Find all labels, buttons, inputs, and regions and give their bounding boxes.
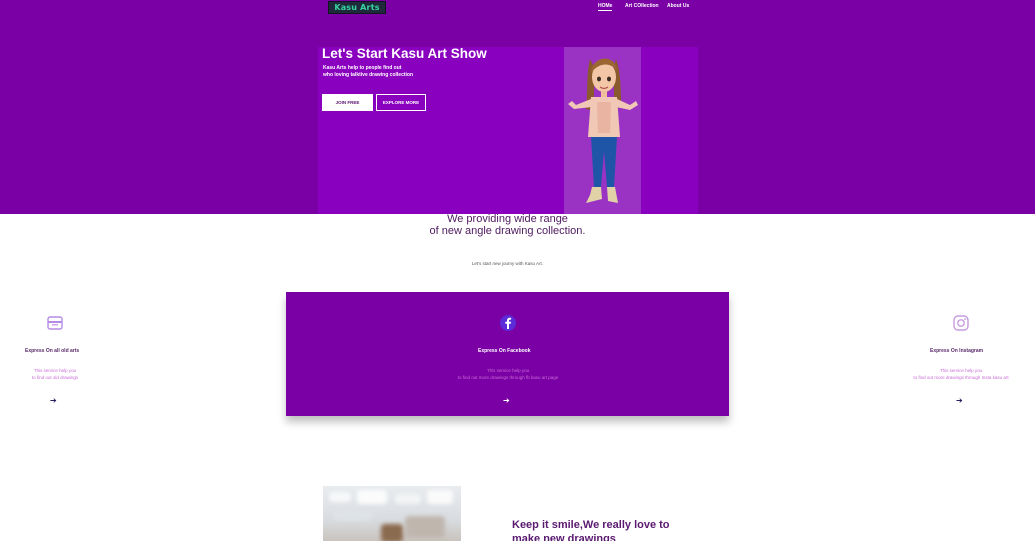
section-title-line: of new angle drawing collection. [429,225,586,237]
logo-text: Kasu Arts [334,3,380,12]
section-caption: Let's start new journy with Kasu Art. [471,261,544,266]
nav-home[interactable]: HOMe [598,3,616,11]
service-description: This service help you to find out more d… [438,368,578,381]
bottom-title-line: make new drawings [512,533,616,541]
nav-art-collection[interactable]: Art COllection [625,3,665,9]
section-title: We providing wide range of new angle dra… [0,213,1015,237]
hero-title: Let's Start Kasu Art Show [322,46,487,61]
instagram-icon [952,314,970,332]
bottom-title-line: Keep it smile,We really love to [512,519,670,531]
service-title: Express On Facebook [478,348,531,354]
nav-about-us[interactable]: About Us [667,3,697,9]
character-illustration [564,47,641,214]
hero-subtitle-line: who loving talktive drawing collection [323,72,414,78]
character-illustration-svg [568,58,638,203]
featured-photo [323,486,461,541]
bottom-title: Keep it smile,We really love to make new… [512,518,670,541]
hero-subtitle: Kasu Arts help to people find out who lo… [323,65,413,79]
service-description-line: to find out more drawings through Insta … [913,374,1009,380]
service-arrow-button[interactable]: ➔ [50,396,57,405]
logo[interactable]: Kasu Arts [328,1,386,14]
facebook-icon [499,314,517,332]
join-free-button[interactable]: JOIN FREE [322,94,373,111]
section-title-line: We providing wide range [447,213,568,225]
service-description: This service help you to find out old dr… [20,368,90,381]
explore-more-button[interactable]: EXPLORE MORE [376,94,426,111]
archive-box-icon [46,314,64,332]
service-description-line: to find out more drawings through fb kas… [457,374,559,380]
hero-subtitle-line: Kasu Arts help to people find out [323,65,402,71]
service-title: Express On Instagram [930,348,984,354]
service-title: Express On all old arts [25,348,80,354]
service-arrow-button[interactable]: ➔ [956,396,963,405]
service-description-line: to find out old drawings [31,374,79,380]
service-description: This service help you to find out more d… [894,368,1028,381]
service-arrow-button[interactable]: ➔ [503,396,510,405]
